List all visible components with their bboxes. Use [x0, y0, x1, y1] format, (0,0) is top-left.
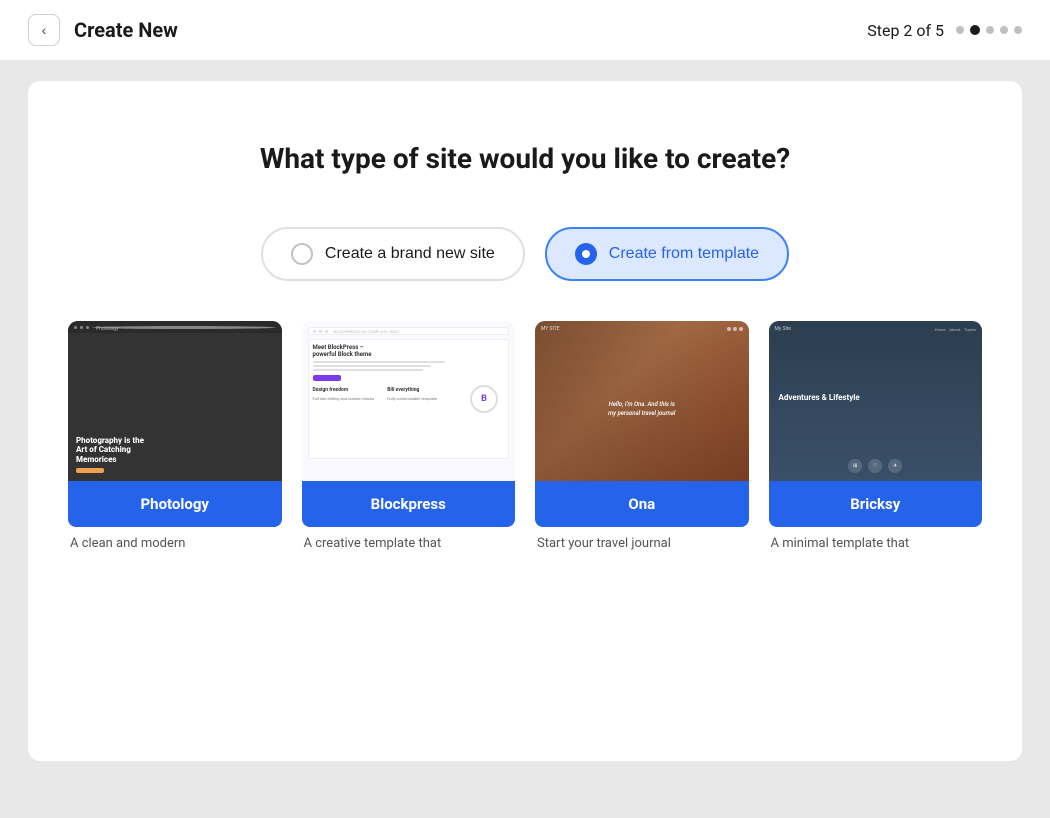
step-dot-5	[1014, 26, 1022, 34]
bricksy-thumbnail: My Site Home About Topics Adventures & L…	[769, 321, 983, 481]
brand-new-label: Create a brand new site	[325, 245, 495, 263]
blockpress-graphic: B	[464, 344, 504, 454]
bricksy-overlay: My Site Home About Topics Adventures & L…	[769, 321, 983, 481]
bricksy-description: A minimal template that	[769, 535, 983, 553]
main-content: What type of site would you like to crea…	[0, 61, 1050, 781]
step-indicator: Step 2 of 5	[867, 21, 944, 40]
step-dot-1	[956, 26, 964, 34]
bricksy-icons: ⊞ ♡ ✈	[769, 459, 983, 481]
blockpress-description: A creative template that	[302, 535, 516, 553]
header-right: Step 2 of 5	[867, 21, 1022, 40]
brand-new-option[interactable]: Create a brand new site	[261, 227, 525, 281]
blockpress-body: Meet BlockPress –powerful Block theme De…	[308, 339, 510, 459]
back-icon: ‹	[42, 22, 47, 38]
brand-new-radio	[291, 243, 313, 265]
bricksy-nav: My Site Home About Topics	[769, 321, 983, 337]
photology-text-block: Photography is theArt of CatchingMemoric…	[76, 436, 144, 474]
template-ona[interactable]: MY SITE Hello, I'm Ona. And this ismy pe…	[535, 321, 749, 553]
photology-description: A clean and modern	[68, 535, 282, 553]
photology-content: Photography is theArt of CatchingMemoric…	[68, 333, 282, 481]
back-button[interactable]: ‹	[28, 14, 60, 46]
template-blockpress[interactable]: BLOCKPRESS-FOO TEMPLATE: ROOT Meet Block…	[302, 321, 516, 553]
ona-nav: MY SITE	[535, 321, 749, 337]
from-template-option[interactable]: Create from template	[545, 227, 789, 281]
step-dot-3	[986, 26, 994, 34]
template-bricksy[interactable]: My Site Home About Topics Adventures & L…	[769, 321, 983, 553]
photology-thumbnail: Photology Photography is theArt of Catch…	[68, 321, 282, 481]
blockpress-text: Meet BlockPress –powerful Block theme De…	[313, 344, 461, 454]
bricksy-content: Adventures & Lifestyle	[769, 337, 983, 459]
step-dots	[956, 25, 1022, 35]
site-type-options: Create a brand new site Create from temp…	[68, 227, 982, 281]
ona-description: Start your travel journal	[535, 535, 749, 553]
step-dot-4	[1000, 26, 1008, 34]
photology-cta	[76, 468, 104, 473]
templates-grid: Photology Photography is theArt of Catch…	[68, 321, 982, 553]
main-question: What type of site would you like to crea…	[68, 141, 982, 177]
ona-thumbnail: MY SITE Hello, I'm Ona. And this ismy pe…	[535, 321, 749, 481]
blockpress-name-badge: Blockpress	[302, 481, 516, 527]
template-photology[interactable]: Photology Photography is theArt of Catch…	[68, 321, 282, 553]
header: ‹ Create New Step 2 of 5	[0, 0, 1050, 61]
from-template-label: Create from template	[609, 245, 759, 263]
blockpress-thumbnail: BLOCKPRESS-FOO TEMPLATE: ROOT Meet Block…	[302, 321, 516, 481]
ona-name-badge: Ona	[535, 481, 749, 527]
from-template-radio	[575, 243, 597, 265]
page-title: Create New	[74, 18, 178, 42]
content-card: What type of site would you like to crea…	[28, 81, 1022, 761]
header-left: ‹ Create New	[28, 14, 178, 46]
blockpress-header: BLOCKPRESS-FOO TEMPLATE: ROOT	[308, 327, 510, 335]
photology-name-badge: Photology	[68, 481, 282, 527]
photology-nav: Photology	[68, 321, 282, 333]
ona-center-text: Hello, I'm Ona. And this ismy personal t…	[535, 337, 749, 481]
ona-overlay: MY SITE Hello, I'm Ona. And this ismy pe…	[535, 321, 749, 481]
bricksy-name-badge: Bricksy	[769, 481, 983, 527]
step-dot-2	[970, 25, 980, 35]
